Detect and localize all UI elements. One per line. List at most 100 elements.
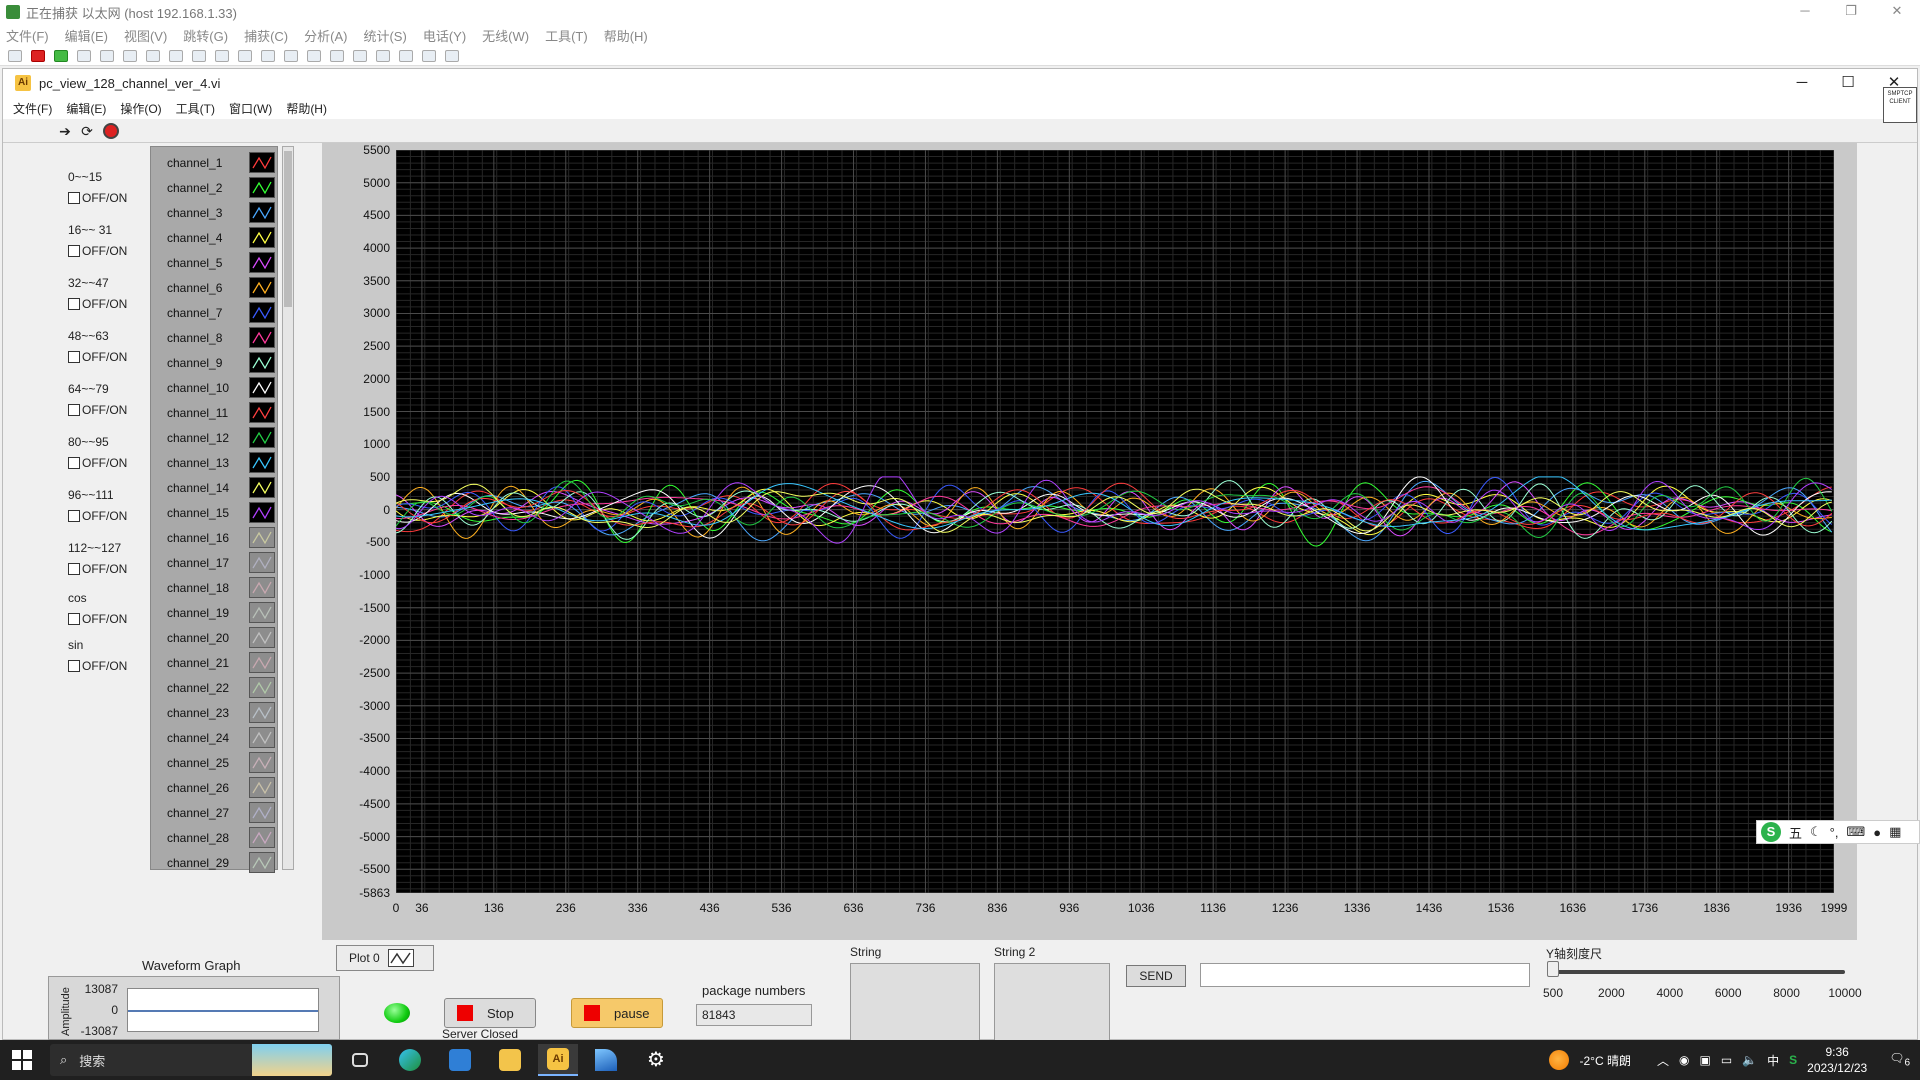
wireshark-menu-item[interactable]: 无线(W) [482,26,529,45]
restart-capture-icon[interactable] [54,49,68,62]
first-packet-icon[interactable] [284,49,298,62]
run-arrow-icon[interactable]: ➔ [57,123,73,139]
channel-color-swatch-icon[interactable] [249,852,275,873]
channel-legend-row[interactable]: channel_26 [151,775,279,800]
channel-legend-row[interactable]: channel_2 [151,175,279,200]
labview-taskbar-icon[interactable]: Ai [538,1044,578,1076]
labview-menu-item[interactable]: 窗口(W) [229,100,272,117]
abort-execution-icon[interactable] [103,123,119,139]
channel-legend-row[interactable]: channel_12 [151,425,279,450]
sogou-ime-icon[interactable]: S [1761,822,1781,842]
user-icon[interactable]: ● [1873,825,1881,840]
channel-color-swatch-icon[interactable] [249,402,275,423]
close-icon[interactable]: ✕ [1874,0,1920,22]
last-packet-icon[interactable] [307,49,321,62]
forward-icon[interactable] [238,49,252,62]
task-view-icon[interactable] [340,1044,380,1076]
capture-options-icon[interactable] [77,49,91,62]
grid-icon[interactable]: ▦ [1889,824,1901,840]
zoom-out-icon[interactable] [399,49,413,62]
channel-legend-row[interactable]: channel_3 [151,200,279,225]
channel-legend-row[interactable]: channel_18 [151,575,279,600]
autoscroll-icon[interactable] [330,49,344,62]
channel-color-swatch-icon[interactable] [249,702,275,723]
checkbox-box[interactable] [68,298,80,310]
wireshark-taskbar-icon[interactable] [586,1044,626,1076]
channel-color-swatch-icon[interactable] [249,677,275,698]
channel-legend-row[interactable]: channel_23 [151,700,279,725]
store-icon[interactable] [440,1044,480,1076]
wireshark-menu-item[interactable]: 捕获(C) [244,26,288,45]
channel-legend-row[interactable]: channel_8 [151,325,279,350]
channel-legend-row[interactable]: channel_29 [151,850,279,875]
group-toggle-checkbox[interactable]: OFF/ON [68,562,127,576]
group-toggle-checkbox[interactable]: OFF/ON [68,509,127,523]
tray-chevron-icon[interactable]: ︿ [1657,1052,1669,1069]
shark-fin-icon[interactable] [8,49,22,62]
channel-color-swatch-icon[interactable] [249,602,275,623]
settings-gear-icon[interactable]: ⚙ [636,1044,676,1076]
channel-legend-row[interactable]: channel_22 [151,675,279,700]
y-scale-slider-track[interactable] [1553,970,1845,974]
volume-icon[interactable]: 🔈 [1742,1053,1757,1067]
run-continuously-icon[interactable]: ⟳ [79,123,95,139]
channel-color-swatch-icon[interactable] [249,777,275,798]
wireshark-menu-item[interactable]: 工具(T) [545,26,588,45]
weather-text[interactable]: -2°C 晴朗 [1579,1052,1630,1069]
open-file-icon[interactable] [100,49,114,62]
minimize-icon[interactable]: ─ [1782,0,1828,22]
checkbox-box[interactable] [68,563,80,575]
checkbox-box[interactable] [68,351,80,363]
wireshark-menu-item[interactable]: 分析(A) [304,26,347,45]
sogou-tray-icon[interactable]: S [1789,1053,1797,1067]
channel-color-swatch-icon[interactable] [249,352,275,373]
channel-color-swatch-icon[interactable] [249,652,275,673]
group-toggle-checkbox[interactable]: OFF/ON [68,403,127,417]
taskbar-search-box[interactable]: ⌕ 搜索 [50,1044,332,1076]
ime-mode[interactable]: 五 [1789,823,1802,842]
channel-color-swatch-icon[interactable] [249,827,275,848]
channel-legend-row[interactable]: channel_28 [151,825,279,850]
wireshark-menu-item[interactable]: 跳转(G) [183,26,228,45]
channel-legend-row[interactable]: channel_15 [151,500,279,525]
channel-color-swatch-icon[interactable] [249,727,275,748]
channel-legend-row[interactable]: channel_11 [151,400,279,425]
channel-legend-row[interactable]: channel_5 [151,250,279,275]
channel-color-swatch-icon[interactable] [249,802,275,823]
wireshark-menu-item[interactable]: 电话(Y) [423,26,466,45]
moon-icon[interactable]: ☾ [1810,824,1822,840]
windows-start-icon[interactable] [12,1050,32,1070]
channel-legend-row[interactable]: channel_19 [151,600,279,625]
group-toggle-checkbox[interactable]: OFF/ON [68,456,127,470]
channel-color-swatch-icon[interactable] [249,502,275,523]
send-string-input[interactable] [1200,963,1530,987]
keyboard-icon[interactable]: ⌨ [1846,824,1865,840]
group-toggle-checkbox[interactable]: OFF/ON [68,191,127,205]
channel-color-swatch-icon[interactable] [249,327,275,348]
find-icon[interactable] [192,49,206,62]
panel-scrollbar[interactable] [1900,146,1916,936]
channel-color-swatch-icon[interactable] [249,627,275,648]
group-toggle-checkbox[interactable]: OFF/ON [68,244,127,258]
zoom-in-icon[interactable] [376,49,390,62]
plot-legend[interactable]: Plot 0 [336,945,434,971]
screen-capture-icon[interactable]: ▣ [1699,1053,1710,1067]
channel-legend-row[interactable]: channel_14 [151,475,279,500]
send-button[interactable]: SEND [1126,965,1186,987]
channel-legend-row[interactable]: channel_9 [151,350,279,375]
checkbox-box[interactable] [68,510,80,522]
punctuation-icon[interactable]: °, [1830,825,1839,840]
channel-color-swatch-icon[interactable] [249,752,275,773]
labview-menu-item[interactable]: 文件(F) [13,100,52,117]
pause-button[interactable]: pause [571,998,663,1028]
labview-menu-item[interactable]: 帮助(H) [286,100,327,117]
channel-list-scrollbar[interactable] [282,146,294,870]
checkbox-box[interactable] [68,192,80,204]
channel-legend-row[interactable]: channel_6 [151,275,279,300]
channel-legend-row[interactable]: channel_1 [151,150,279,175]
zoom-reset-icon[interactable] [422,49,436,62]
go-to-packet-icon[interactable] [261,49,275,62]
channel-legend-row[interactable]: channel_13 [151,450,279,475]
checkbox-box[interactable] [68,245,80,257]
stop-button[interactable]: Stop [444,998,536,1028]
